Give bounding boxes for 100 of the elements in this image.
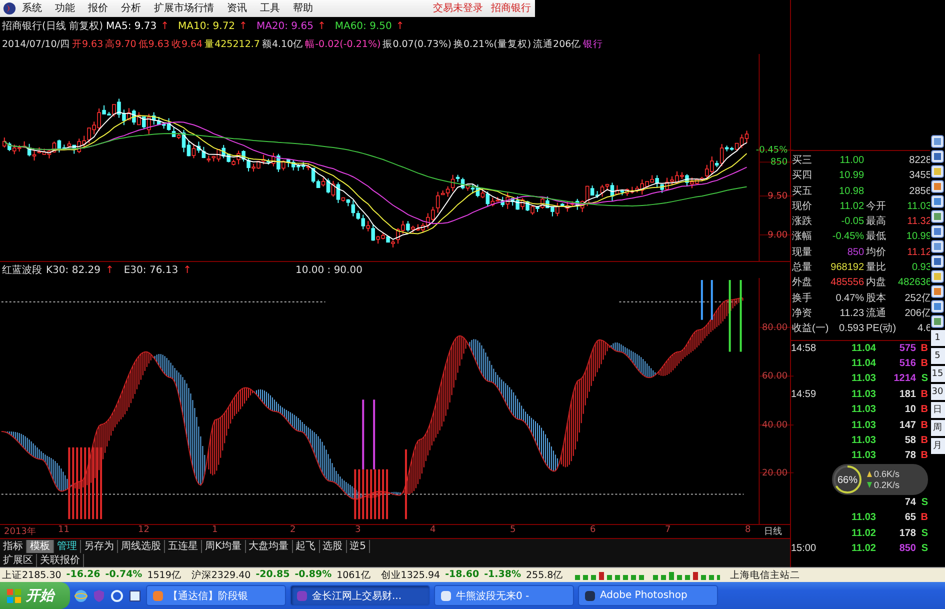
axis-label: 12: [138, 525, 150, 536]
tick-volume: 10: [904, 403, 916, 418]
menu-item[interactable]: 扩展市场行情: [154, 1, 214, 16]
quote-label: 股本: [865, 292, 888, 306]
window-icon[interactable]: [128, 588, 142, 602]
period-button[interactable]: 月: [930, 438, 944, 454]
taskbar-button[interactable]: 【通达信】阶段银: [146, 585, 286, 606]
tick-side: S: [920, 496, 928, 510]
ma-value: MA5: 9.73: [106, 20, 157, 32]
toolbar-square-icon[interactable]: [931, 150, 944, 163]
toolbar-square-icon[interactable]: [931, 240, 944, 253]
trend-arrow: ↑: [105, 264, 114, 276]
quote-value: 485556: [830, 276, 866, 290]
tick-side: S: [920, 372, 928, 386]
app-icon: [152, 590, 164, 602]
indicator-value: E30: 76.13: [124, 264, 178, 276]
bar-info-text: 流通206亿: [533, 38, 582, 52]
globe-icon[interactable]: [74, 588, 88, 602]
period-button[interactable]: 30: [930, 384, 944, 400]
axis-label: 850: [770, 157, 788, 168]
index-value: 创业1325.94: [380, 568, 440, 582]
menu-item[interactable]: 帮助: [293, 1, 313, 16]
period-button[interactable]: 15: [930, 366, 944, 382]
axis-label: 1: [212, 525, 218, 536]
tick-side: B: [920, 434, 928, 448]
tab[interactable]: 模板: [27, 540, 54, 553]
quote-label: 流通: [865, 306, 888, 321]
bar-info-text: 额4.10亿: [262, 38, 304, 52]
taskbar-button[interactable]: 金长江网上交易财...: [290, 585, 430, 606]
quote-label: 均价: [865, 246, 888, 260]
quote-label: 买四: [791, 169, 813, 184]
toolbar-square-icon[interactable]: [931, 300, 944, 313]
period-button[interactable]: 日: [930, 402, 944, 418]
toolbar-square-icon[interactable]: [931, 210, 944, 223]
period-button[interactable]: 周: [930, 420, 944, 436]
ma-value: MA60: 9.50: [334, 20, 392, 32]
menu-item[interactable]: 工具: [260, 1, 280, 16]
axis-label: 20.00: [762, 468, 788, 478]
axis-label: 9.50: [768, 191, 788, 202]
tick-volume: 65: [904, 511, 916, 526]
menu-item[interactable]: 分析: [121, 1, 141, 16]
tick-side: B: [920, 403, 928, 418]
menu-link[interactable]: 交易未登录: [433, 1, 483, 16]
axis-label: 8: [745, 525, 751, 536]
axis-label: 3: [355, 525, 361, 536]
taskbar-button[interactable]: 牛熊波段无来0 -: [434, 585, 574, 606]
tick-price: 11.03: [850, 418, 876, 433]
tick-price: 11.04: [850, 356, 876, 371]
quote-value: -0.05: [840, 215, 866, 230]
tick-volume: 58: [904, 434, 916, 448]
quote-label: 量比: [865, 260, 888, 276]
quote-label: 外盘: [791, 276, 813, 290]
app-icon: [440, 590, 452, 602]
toolbar-square-icon[interactable]: [931, 255, 944, 268]
tick-time: 14:59: [791, 388, 818, 402]
tick-time: 14:58: [791, 342, 818, 356]
period-button[interactable]: 5: [930, 348, 944, 364]
trend-arrow: ↑: [183, 264, 192, 276]
tick-volume: 78: [904, 449, 916, 464]
toolbar-square-icon[interactable]: [931, 270, 944, 283]
quote-label: PE(动): [865, 322, 898, 336]
ma-value: MA20: 9.65: [256, 20, 314, 32]
app-logo-icon: [3, 2, 16, 15]
tick-side: S: [920, 542, 928, 556]
period-label: 日线: [764, 526, 782, 538]
toolbar-square-icon[interactable]: [931, 285, 944, 298]
axis-label: 2013年: [4, 526, 36, 538]
toolbar-square-icon[interactable]: [931, 180, 944, 193]
menu-item[interactable]: 系统: [22, 1, 42, 16]
toolbar-square-icon[interactable]: [931, 225, 944, 238]
toolbar-square-icon[interactable]: [931, 165, 944, 178]
quote-label: 最低: [865, 230, 888, 244]
quote-value: 11.00: [838, 154, 866, 168]
menu-item[interactable]: 报价: [88, 1, 108, 16]
menu-item[interactable]: 功能: [55, 1, 75, 16]
bar-info-text: 幅-0.02(-0.21%): [305, 38, 381, 52]
taskbar-button[interactable]: Adobe Photoshop: [578, 585, 718, 606]
index-amount: 1519亿: [147, 568, 182, 582]
tick-side: B: [920, 342, 928, 356]
menu-link[interactable]: 招商银行: [491, 1, 531, 16]
toolbar-square-icon[interactable]: [931, 315, 944, 328]
quote-value: 0.47%: [834, 292, 866, 306]
toolbar-square-icon[interactable]: [931, 195, 944, 208]
period-button[interactable]: 1: [930, 330, 944, 346]
toolbar-square-icon[interactable]: [931, 135, 944, 148]
axis-label: 9.00: [768, 230, 788, 240]
download-speed: 0.2K/s: [874, 480, 900, 490]
quote-label: 内盘: [865, 276, 888, 290]
quote-value: 10.99: [838, 169, 866, 184]
tick-volume: 1214: [892, 372, 916, 386]
indicator-value: K30: 82.29: [46, 264, 100, 276]
menu-item[interactable]: 资讯: [227, 1, 247, 16]
bar-info-text: 换0.21%(量复权): [453, 38, 532, 52]
tick-side: B: [920, 388, 928, 402]
axis-label: 11: [58, 525, 70, 536]
axis-label: 80.00: [762, 322, 788, 333]
trend-arrow: ↑: [160, 20, 170, 32]
axis-label: 40.00: [762, 420, 788, 430]
quote-label: 涨跌: [791, 214, 813, 230]
tick-time: 15:00: [791, 542, 818, 556]
